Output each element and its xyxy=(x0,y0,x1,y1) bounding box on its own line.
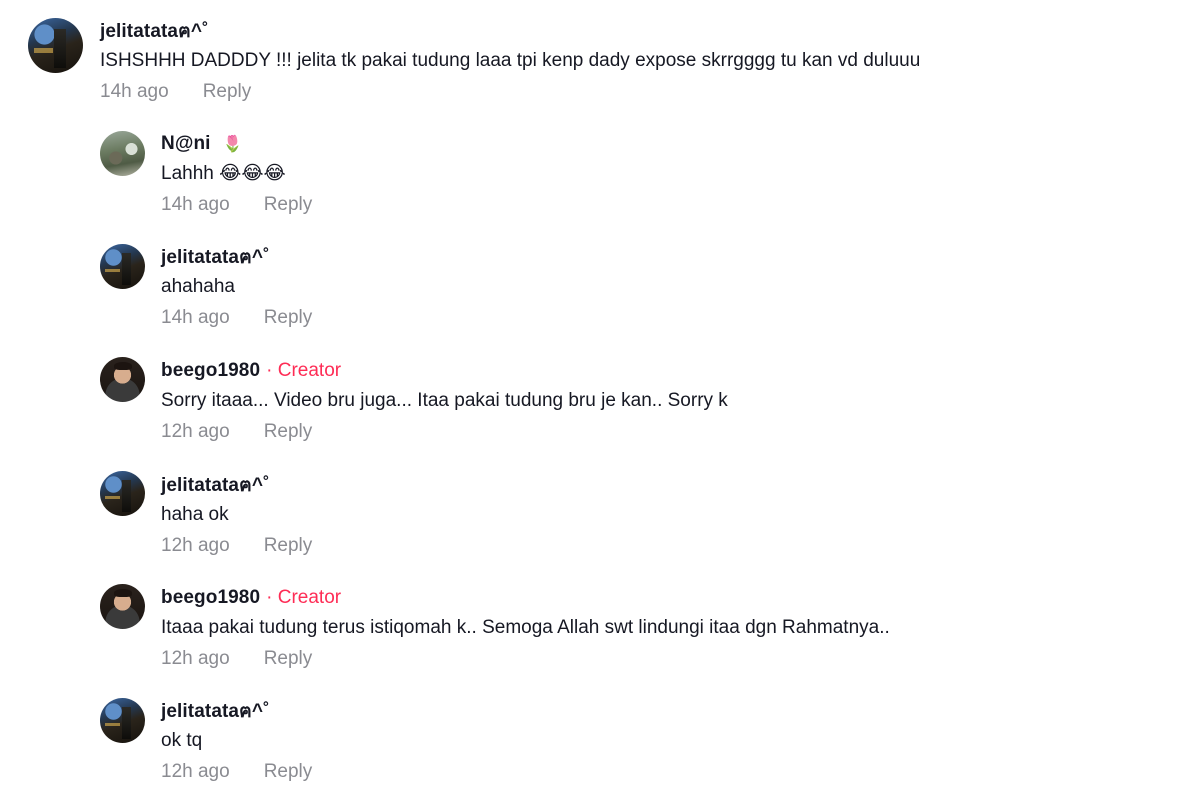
reply-button[interactable]: Reply xyxy=(264,535,313,557)
reply-username[interactable]: N@ni xyxy=(161,133,211,155)
avatar[interactable] xyxy=(100,131,145,176)
creator-badge: · Creator xyxy=(266,587,342,608)
avatar[interactable] xyxy=(100,357,145,402)
tulip-emoji: 🌷 xyxy=(222,136,243,153)
reply-timestamp: 12h ago xyxy=(161,535,230,556)
avatar[interactable] xyxy=(100,244,145,289)
creator-badge: · Creator xyxy=(266,360,342,381)
reply-button[interactable]: Reply xyxy=(264,648,313,670)
reply-item: jelitatataฅ^˚ ahahaha 14h ago Reply xyxy=(100,244,312,329)
reply-text: ahahaha xyxy=(161,276,235,297)
comment-text: ISHSHHH DADDDY !!! jelita tk pakai tudun… xyxy=(100,50,921,71)
reply-text: ok tq xyxy=(161,730,203,751)
reply-item: jelitatataฅ^˚ haha ok 12h ago Reply xyxy=(100,471,312,557)
reply-timestamp: 12h ago xyxy=(161,421,230,442)
avatar[interactable] xyxy=(100,471,145,516)
avatar[interactable] xyxy=(100,698,145,743)
reply-timestamp: 12h ago xyxy=(161,761,230,782)
avatar[interactable] xyxy=(100,584,145,629)
reply-button[interactable]: Reply xyxy=(264,307,313,329)
reply-username[interactable]: beego1980 xyxy=(161,360,260,382)
reply-username[interactable]: beego1980 xyxy=(161,587,260,609)
reply-button[interactable]: Reply xyxy=(264,194,313,216)
reply-item: N@ni 🌷 Lahhh 😂😂😂 14h ago Reply xyxy=(100,131,312,216)
reply-item: jelitatataฅ^˚ ok tq 12h ago Reply xyxy=(100,698,312,783)
reply-text: Itaaa pakai tudung terus istiqomah k.. S… xyxy=(161,617,890,638)
reply-username[interactable]: jelitatataฅ^˚ xyxy=(161,696,270,726)
reply-button[interactable]: Reply xyxy=(203,81,252,103)
reply-username[interactable]: jelitatataฅ^˚ xyxy=(161,470,270,500)
avatar[interactable] xyxy=(28,18,83,73)
comment-item: jelitatataฅ^˚ ISHSHHH DADDDY !!! jelita … xyxy=(28,18,920,103)
reply-button[interactable]: Reply xyxy=(264,421,313,443)
reply-item: beego1980 · Creator Sorry itaaa... Video… xyxy=(100,357,728,443)
reply-timestamp: 14h ago xyxy=(161,307,230,328)
reply-text: haha ok xyxy=(161,504,229,525)
reply-timestamp: 12h ago xyxy=(161,648,230,669)
comment-username[interactable]: jelitatataฅ^˚ xyxy=(100,16,209,46)
comment-timestamp: 14h ago xyxy=(100,81,169,102)
reply-text: Sorry itaaa... Video bru juga... Itaa pa… xyxy=(161,390,728,411)
reply-button[interactable]: Reply xyxy=(264,761,313,783)
reply-username[interactable]: jelitatataฅ^˚ xyxy=(161,242,270,272)
reply-timestamp: 14h ago xyxy=(161,194,230,215)
reply-item: beego1980 · Creator Itaaa pakai tudung t… xyxy=(100,584,890,670)
reply-text: Lahhh 😂😂😂 xyxy=(161,163,286,184)
